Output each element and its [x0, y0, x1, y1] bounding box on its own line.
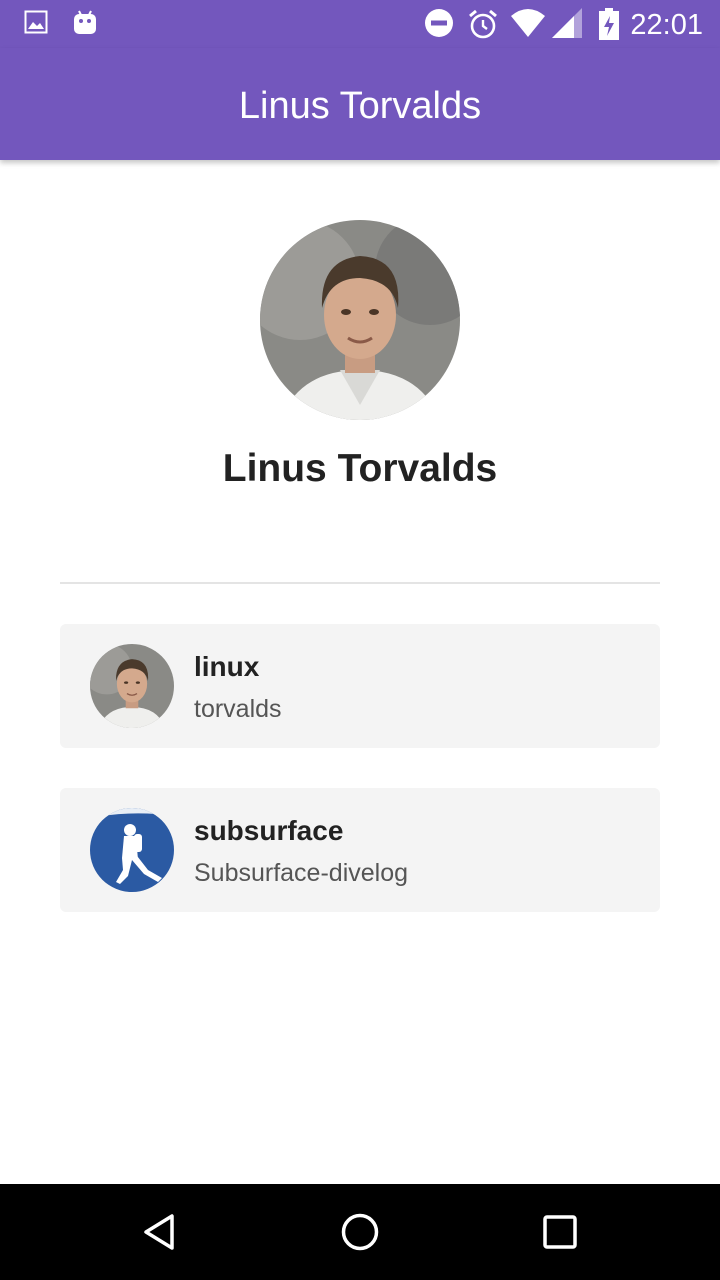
user-photo-icon: [90, 644, 174, 728]
list-item[interactable]: linux torvalds: [60, 624, 660, 748]
alarm-icon: [468, 8, 498, 40]
image-icon: [24, 8, 48, 36]
repo-name: linux: [194, 651, 260, 682]
signal-icon: [552, 8, 582, 38]
profile-avatar: [260, 220, 460, 420]
status-time: 22:01: [630, 9, 703, 41]
list-item[interactable]: subsurface Subsurface-divelog: [60, 788, 660, 912]
navigation-bar: [0, 1184, 720, 1280]
diver-logo-icon: [90, 808, 174, 892]
android-icon: [72, 8, 98, 36]
battery-charging-icon: [598, 8, 620, 40]
repo-name: subsurface: [194, 815, 344, 846]
wifi-icon: [510, 8, 546, 38]
do-not-disturb-icon: [424, 8, 454, 38]
app-bar: Linus Torvalds: [0, 48, 720, 160]
back-icon[interactable]: [140, 1212, 180, 1252]
profile-name: Linus Torvalds: [222, 447, 498, 490]
home-icon[interactable]: [340, 1212, 380, 1252]
recents-icon[interactable]: [540, 1212, 580, 1252]
app-bar-title: Linus Torvalds: [238, 85, 482, 127]
repo-owner: Subsurface-divelog: [194, 859, 409, 887]
repo-owner: torvalds: [194, 695, 282, 723]
status-bar: 22:01: [0, 0, 720, 48]
divider: [60, 582, 660, 584]
